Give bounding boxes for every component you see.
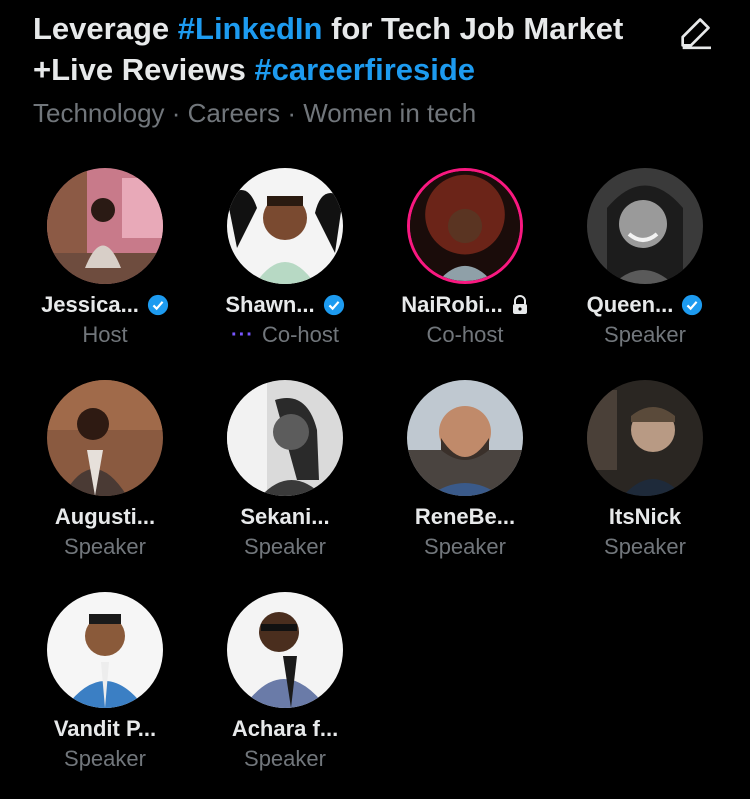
participant-card[interactable]: Queen... Speaker bbox=[555, 168, 735, 368]
participant-name: ItsNick bbox=[608, 504, 682, 529]
verified-badge-icon bbox=[323, 294, 344, 316]
space-title: Leverage #LinkedIn for Tech Job Market +… bbox=[33, 8, 673, 90]
participant-card[interactable]: ItsNick Speaker bbox=[555, 380, 735, 580]
avatar bbox=[227, 168, 343, 284]
avatar bbox=[47, 380, 163, 496]
participant-name: Queen... bbox=[586, 292, 674, 317]
participant-role: Speaker bbox=[244, 746, 326, 771]
participant-card[interactable]: NaiRobi... Co-host bbox=[375, 168, 555, 368]
hashtag-linkedin[interactable]: #LinkedIn bbox=[178, 11, 323, 46]
participant-role: Speaker bbox=[604, 322, 686, 347]
participant-role: Speaker bbox=[64, 534, 146, 559]
participant-role: Host bbox=[82, 322, 128, 347]
participant-role: Speaker bbox=[64, 746, 146, 771]
participant-role: Speaker bbox=[424, 534, 506, 559]
participant-card[interactable]: ReneBe... Speaker bbox=[375, 380, 555, 580]
verified-badge-icon bbox=[682, 294, 703, 316]
participant-name: NaiRobi... bbox=[401, 292, 503, 317]
avatar bbox=[47, 592, 163, 708]
participant-name: ReneBe... bbox=[414, 504, 516, 529]
avatar bbox=[47, 168, 163, 284]
participant-role: Speaker bbox=[604, 534, 686, 559]
avatar bbox=[227, 592, 343, 708]
participant-name: Jessica... bbox=[41, 292, 139, 317]
avatar bbox=[410, 171, 520, 281]
avatar bbox=[587, 168, 703, 284]
participant-role: Co-host bbox=[426, 322, 504, 347]
avatar bbox=[407, 380, 523, 496]
space-topics: Technology · Careers · Women in tech bbox=[33, 98, 477, 128]
participant-card[interactable]: Achara f... Speaker bbox=[195, 592, 375, 792]
avatar bbox=[587, 380, 703, 496]
participant-role: Co-host bbox=[261, 322, 340, 347]
hashtag-careerfireside[interactable]: #careerfireside bbox=[254, 52, 475, 87]
participant-card[interactable]: Jessica... Host bbox=[15, 168, 195, 368]
participant-name: Sekani... bbox=[240, 504, 330, 529]
participant-card[interactable]: Vandit P... Speaker bbox=[15, 592, 195, 792]
participant-card[interactable]: Augusti... Speaker bbox=[15, 380, 195, 580]
pencil-icon bbox=[681, 18, 711, 50]
participant-card[interactable]: Sekani... Speaker bbox=[195, 380, 375, 580]
speaking-indicator-icon: ··· bbox=[230, 323, 254, 346]
avatar bbox=[227, 380, 343, 496]
participant-card[interactable]: Shawn... ··· Co-host bbox=[195, 168, 375, 368]
participant-name: Augusti... bbox=[54, 504, 156, 529]
title-part-0: Leverage bbox=[33, 11, 178, 46]
participant-name: Achara f... bbox=[231, 716, 339, 741]
participant-name: Shawn... bbox=[225, 292, 315, 317]
lock-icon bbox=[512, 295, 527, 314]
participant-role: Speaker bbox=[244, 534, 326, 559]
edit-button[interactable] bbox=[672, 8, 720, 56]
verified-badge-icon bbox=[147, 294, 169, 316]
participant-name: Vandit P... bbox=[53, 716, 157, 741]
